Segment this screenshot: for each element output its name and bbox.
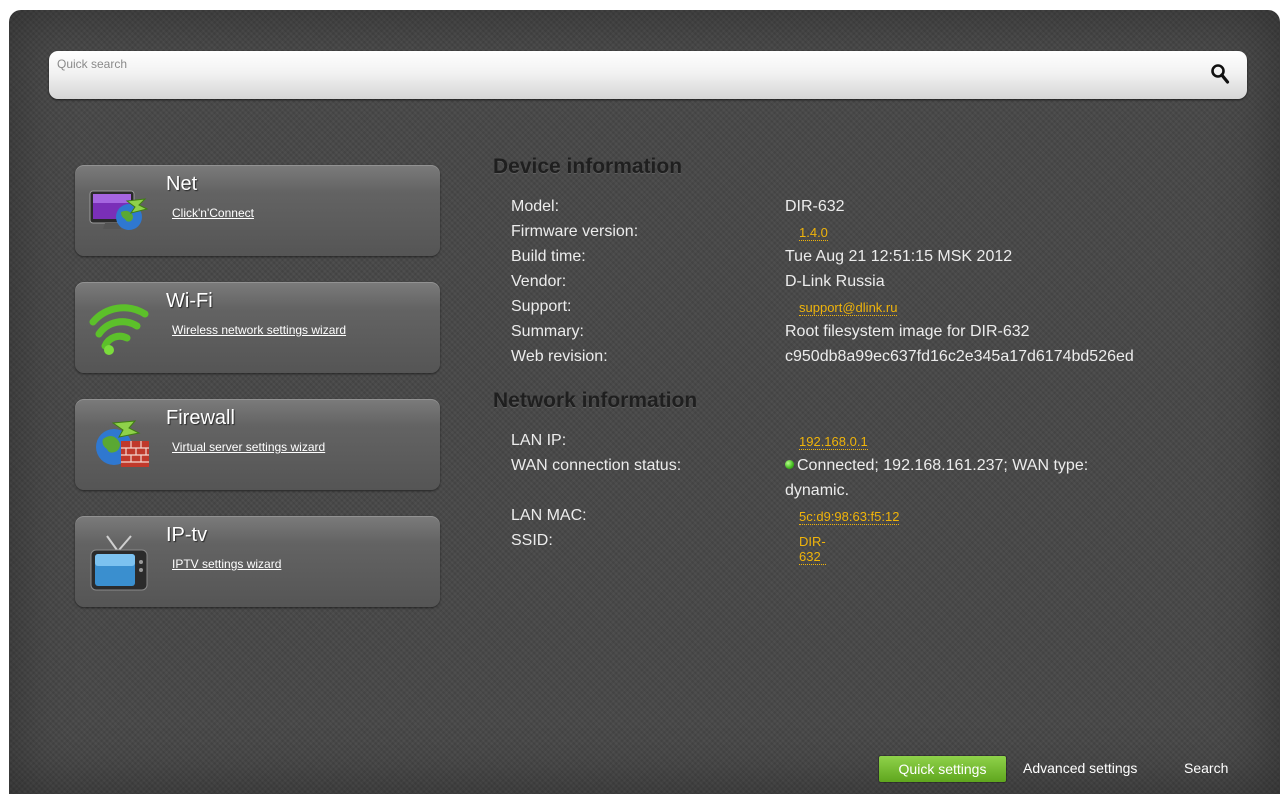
firmware-link[interactable]: 1.4.0 bbox=[799, 225, 828, 241]
info-label: LAN IP: bbox=[511, 432, 567, 449]
card-link-wifi[interactable]: Wireless network settings wizard bbox=[172, 323, 346, 337]
advanced-settings-link[interactable]: Advanced settings bbox=[1023, 760, 1137, 776]
info-label: Firmware version: bbox=[511, 223, 639, 240]
device-info-heading: Device information bbox=[493, 155, 683, 178]
card-title: Net bbox=[166, 173, 198, 195]
lan-mac-link[interactable]: 5c:d9:98:63:f5:12 bbox=[799, 509, 900, 525]
info-label: WAN connection status: bbox=[511, 457, 682, 474]
info-value: DIR-632 bbox=[785, 198, 845, 215]
wan-status-text: Connected; 192.168.161.237; WAN type: bbox=[797, 457, 1089, 474]
quick-search-bar bbox=[49, 51, 1247, 99]
search-button[interactable] bbox=[1207, 61, 1235, 89]
search-input[interactable] bbox=[57, 55, 1197, 73]
globe-firewall-icon bbox=[96, 420, 149, 467]
info-label: Vendor: bbox=[511, 273, 567, 290]
status-indicator-icon bbox=[785, 460, 794, 469]
ssid-link[interactable]: DIR-632 bbox=[799, 534, 826, 565]
card-link-firewall[interactable]: Virtual server settings wizard bbox=[172, 440, 325, 454]
card-title: Wi-Fi bbox=[166, 290, 213, 312]
info-label: Web revision: bbox=[511, 348, 608, 365]
info-value: D-Link Russia bbox=[785, 273, 885, 290]
search-link[interactable]: Search bbox=[1184, 760, 1228, 776]
info-value: Tue Aug 21 12:51:15 MSK 2012 bbox=[785, 248, 1013, 265]
card-net[interactable]: Net Click'n'Connect bbox=[75, 165, 440, 256]
wifi-icon bbox=[89, 304, 149, 355]
magnifier-icon bbox=[1211, 64, 1230, 84]
wan-status-continued: dynamic. bbox=[785, 482, 850, 499]
card-link-iptv[interactable]: IPTV settings wizard bbox=[172, 557, 281, 571]
card-link-net[interactable]: Click'n'Connect bbox=[172, 206, 254, 220]
info-label: Summary: bbox=[511, 323, 584, 340]
main-panel: Net Click'n'Connect Wi-Fi Wireless netwo… bbox=[9, 10, 1280, 794]
info-label: Support: bbox=[511, 298, 572, 315]
info-label: SSID: bbox=[511, 532, 553, 549]
monitor-globe-icon bbox=[89, 190, 149, 230]
card-title: Firewall bbox=[166, 407, 235, 429]
info-value: Root filesystem image for DIR-632 bbox=[785, 323, 1030, 340]
card-title: IP-tv bbox=[166, 524, 208, 546]
support-email-link[interactable]: support@dlink.ru bbox=[799, 300, 898, 316]
card-wifi[interactable]: Wi-Fi Wireless network settings wizard bbox=[75, 282, 440, 373]
info-label: Build time: bbox=[511, 248, 586, 265]
info-value: c950db8a99ec637fd16c2e345a17d6174bd526ed bbox=[785, 348, 1134, 365]
lan-ip-link[interactable]: 192.168.0.1 bbox=[799, 434, 868, 450]
wan-status: Connected; 192.168.161.237; WAN type: bbox=[785, 457, 1088, 475]
network-info-heading: Network information bbox=[493, 389, 698, 412]
quick-settings-button[interactable]: Quick settings bbox=[879, 756, 1006, 782]
info-label: LAN MAC: bbox=[511, 507, 587, 524]
card-iptv[interactable]: IP-tv IPTV settings wizard bbox=[75, 516, 440, 607]
tv-icon bbox=[90, 535, 148, 591]
info-label: Model: bbox=[511, 198, 560, 215]
card-firewall[interactable]: Firewall Virtual server settings wizard bbox=[75, 399, 440, 490]
